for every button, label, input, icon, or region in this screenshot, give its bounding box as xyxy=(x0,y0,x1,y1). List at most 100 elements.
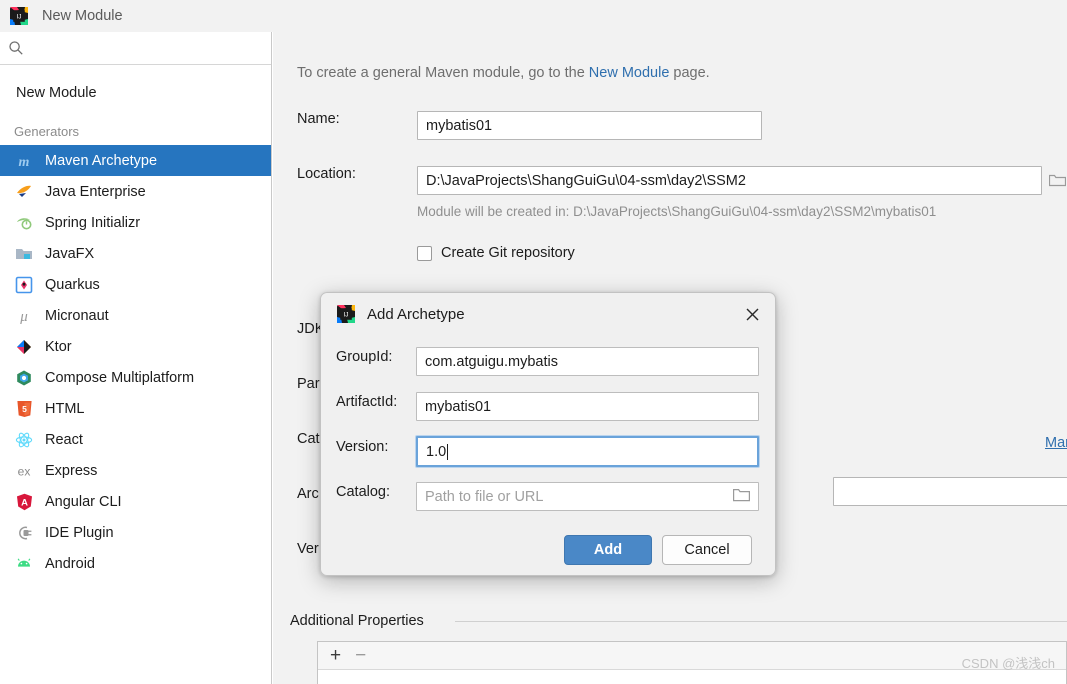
location-row: Location: xyxy=(297,166,417,182)
sidebar-item-express[interactable]: ex Express xyxy=(0,455,271,486)
javafx-icon xyxy=(14,244,34,264)
maven-icon: m xyxy=(14,151,34,171)
section-divider xyxy=(455,621,1067,622)
android-icon xyxy=(14,554,34,574)
micronaut-icon: μ xyxy=(14,306,34,326)
groupid-input[interactable]: com.atguigu.mybatis xyxy=(416,347,759,376)
new-module-link[interactable]: New Module xyxy=(589,65,670,81)
svg-text:ex: ex xyxy=(18,464,31,478)
create-git-repository-label: Create Git repository xyxy=(441,245,575,261)
svg-text:m: m xyxy=(19,155,30,170)
sidebar-item-html[interactable]: 5 HTML xyxy=(0,393,271,424)
location-label: Location: xyxy=(297,166,356,182)
add-property-icon[interactable]: + xyxy=(330,646,341,665)
spring-icon xyxy=(14,213,34,233)
sidebar-top-section: New Module xyxy=(0,65,271,114)
svg-text:μ: μ xyxy=(19,309,28,325)
intellij-idea-icon: IJ xyxy=(10,7,28,25)
sidebar-item-label: Spring Initializr xyxy=(45,214,141,231)
artifactid-input[interactable]: mybatis01 xyxy=(416,392,759,421)
sidebar-item-ktor[interactable]: Ktor xyxy=(0,331,271,362)
sidebar-item-label: JavaFX xyxy=(45,245,95,262)
sidebar-item-spring-initializr[interactable]: Spring Initializr xyxy=(0,207,271,238)
additional-properties-title: Additional Properties xyxy=(290,613,432,629)
sidebar-item-compose-multiplatform[interactable]: Compose Multiplatform xyxy=(0,362,271,393)
artifactid-label-row: ArtifactId: xyxy=(336,394,397,410)
hint-prefix: To create a general Maven module, go to … xyxy=(297,65,589,81)
name-label: Name: xyxy=(297,111,340,127)
svg-text:A: A xyxy=(21,497,28,508)
catalog-placeholder: Path to file or URL xyxy=(425,488,544,505)
sidebar-item-label: Angular CLI xyxy=(45,493,122,510)
sidebar-item-label: Quarkus xyxy=(45,276,100,293)
create-git-repository-checkbox[interactable] xyxy=(417,245,432,261)
version-label: Version: xyxy=(336,439,389,455)
sidebar-item-label: New Module xyxy=(16,84,97,101)
sidebar-item-label: Ktor xyxy=(45,338,72,355)
dialog-title: Add Archetype xyxy=(367,305,465,323)
sidebar-item-quarkus[interactable]: Quarkus xyxy=(0,269,271,300)
catalog-input[interactable]: Path to file or URL xyxy=(416,482,759,511)
add-archetype-dialog: IJ Add Archetype GroupId: com.atguigu.my… xyxy=(320,292,776,576)
version-input[interactable]: 1.0 xyxy=(416,436,759,467)
sidebar-item-android[interactable]: Android xyxy=(0,548,271,579)
dialog-add-button[interactable]: Add xyxy=(564,535,652,565)
archetype-label: Arc xyxy=(297,486,319,502)
create-git-repository-row[interactable]: Create Git repository xyxy=(417,245,575,261)
sidebar-item-ide-plugin[interactable]: IDE Plugin xyxy=(0,517,271,548)
maven-module-hint: To create a general Maven module, go to … xyxy=(297,65,710,81)
express-icon: ex xyxy=(14,461,34,481)
sidebar-item-label: Compose Multiplatform xyxy=(45,369,195,386)
plugin-icon xyxy=(14,523,34,543)
properties-empty-message: No properties xyxy=(318,670,1066,684)
manage-catalogs-link[interactable]: Manage catalogs... xyxy=(1045,435,1067,451)
sidebar-item-angular-cli[interactable]: A Angular CLI xyxy=(0,486,271,517)
svg-text:IJ: IJ xyxy=(344,312,349,319)
browse-folder-icon[interactable] xyxy=(1048,173,1067,188)
svg-text:5: 5 xyxy=(22,404,27,414)
archetype-combo[interactable] xyxy=(833,477,1067,506)
dialog-cancel-button[interactable]: Cancel xyxy=(662,535,752,565)
sidebar: New Module Generators m Maven Archetype … xyxy=(0,32,272,684)
remove-property-icon[interactable]: − xyxy=(355,646,366,665)
catalog-label: Catalog: xyxy=(336,484,391,500)
browse-folder-icon[interactable] xyxy=(733,488,750,506)
sidebar-item-javafx[interactable]: JavaFX xyxy=(0,238,271,269)
additional-properties-panel: + − No properties xyxy=(317,641,1067,684)
sidebar-item-java-enterprise[interactable]: Java Enterprise xyxy=(0,176,271,207)
app-window: IJ New Module New Module Generators m Ma… xyxy=(0,0,1067,684)
sidebar-group-label-generators: Generators xyxy=(14,124,80,139)
sidebar-item-label: Express xyxy=(45,462,98,479)
sidebar-item-new-module[interactable]: New Module xyxy=(0,77,271,108)
react-icon xyxy=(14,430,34,450)
catalog-row: Cat xyxy=(297,431,320,447)
search-input[interactable] xyxy=(30,33,271,63)
close-icon[interactable] xyxy=(739,301,765,327)
sidebar-item-micronaut[interactable]: μ Micronaut xyxy=(0,300,271,331)
sidebar-search-row[interactable] xyxy=(0,32,271,65)
sidebar-item-label: Android xyxy=(45,555,95,572)
version-row: Ver xyxy=(297,541,319,557)
version-label-row: Version: xyxy=(336,439,388,455)
jakarta-icon xyxy=(14,182,34,202)
name-row: Name: xyxy=(297,111,417,127)
sidebar-item-react[interactable]: React xyxy=(0,424,271,455)
sidebar-item-label: Maven Archetype xyxy=(45,152,158,169)
catalog-label: Cat xyxy=(297,431,320,447)
sidebar-item-label: HTML xyxy=(45,400,85,417)
artifactid-label: ArtifactId: xyxy=(336,394,398,410)
sidebar-item-maven-archetype[interactable]: m Maven Archetype xyxy=(0,145,271,176)
svg-text:IJ: IJ xyxy=(17,14,22,21)
parent-label: Par xyxy=(297,376,320,392)
name-input[interactable]: mybatis01 xyxy=(417,111,762,140)
archetype-row: Arc xyxy=(297,486,319,502)
parent-row: Par xyxy=(297,376,320,392)
location-input[interactable]: D:\JavaProjects\ShangGuiGu\04-ssm\day2\S… xyxy=(417,166,1042,195)
sidebar-item-label: Micronaut xyxy=(45,307,109,324)
hint-suffix: page. xyxy=(669,65,710,81)
location-note: Module will be created in: D:\JavaProjec… xyxy=(417,204,937,219)
properties-toolbar: + − xyxy=(318,642,1066,670)
sidebar-item-label: Java Enterprise xyxy=(45,183,146,200)
text-cursor xyxy=(447,443,449,460)
angular-icon: A xyxy=(14,492,34,512)
